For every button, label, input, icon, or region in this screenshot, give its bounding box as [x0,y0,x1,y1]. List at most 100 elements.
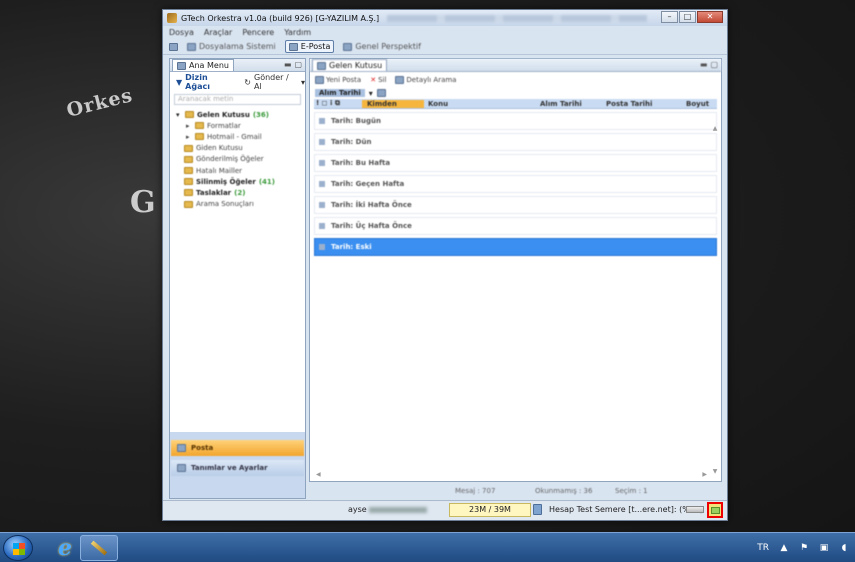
perspective-label: Dosyalama Sistemi [199,42,276,51]
scroll-right-icon[interactable]: ▶ [702,471,707,479]
folder-item[interactable]: Arama Sonuçları [174,199,301,210]
folder-item[interactable]: ▸ Formatlar [174,120,301,131]
message-group-row[interactable]: Tarih: Geçen Hafta [314,175,717,193]
menu-item-araclar[interactable]: Araçlar [204,28,232,37]
start-button[interactable] [3,535,33,561]
folder-icon [184,200,193,208]
search-input[interactable]: Aranacak metin [174,94,301,105]
folder-item[interactable]: Hatalı Mailler [174,165,301,176]
folder-item[interactable]: Giden Kutusu [174,143,301,154]
tray-expand-icon[interactable]: ▲ [779,543,789,553]
send-receive-button[interactable]: ↻ Gönder / Al ▾ [244,73,305,91]
folder-label: Taslaklar [196,188,232,197]
list-status: Mesaj : 707 Okunmamış : 36 Seçim : 1 [309,484,722,498]
new-mail-button[interactable]: Yeni Posta [315,75,361,84]
perspective-label: Genel Perspektif [355,42,421,51]
nav-tanimlar-label: Tanımlar ve Ayarlar [191,464,268,472]
dizin-agaci-toggle[interactable]: ▼ Dizin Ağacı [176,73,234,91]
folder-item[interactable]: ▾ Gelen Kutusu (36) [174,109,301,120]
folder-label: Hatalı Mailler [196,166,243,175]
nav-posta[interactable]: Posta [171,440,304,456]
tab-ana-menu[interactable]: Ana Menu [172,59,234,71]
folder-item[interactable]: Taslaklar (2) [174,187,301,198]
sort-chip[interactable]: Alım Tarihi [315,89,365,97]
action-center-flag-icon[interactable]: ⚑ [799,543,809,553]
mail-toolbar: Yeni Posta ✕ Sil Detaylı Arama [310,72,721,87]
close-button[interactable]: ✕ [697,11,723,23]
menu-item-dosya[interactable]: Dosya [169,28,194,37]
message-group-row[interactable]: Tarih: Bu Hafta [314,154,717,172]
folder-label: Gönderilmiş Öğeler [196,155,264,164]
dizin-label: Dizin Ağacı [185,73,210,91]
status-bar: ayse 23M / 39M Hesap Test Semere [t...er… [163,500,727,520]
tree-expand-icon[interactable]: ▸ [186,122,192,130]
column-received[interactable]: Alım Tarihi [540,100,582,108]
detailed-search-button[interactable]: Detaylı Arama [395,75,456,84]
folder-icon [184,155,193,163]
new-mail-notify-button[interactable] [707,502,723,518]
message-group-row[interactable]: Tarih: İki Hafta Önce [314,196,717,214]
perspective-label: E-Posta [300,42,331,51]
tree-collapse-icon[interactable]: ▾ [176,111,182,119]
perspective-genel[interactable]: Genel Perspektif [340,41,424,52]
message-group-row[interactable]: Tarih: Üç Hafta Önce [314,217,717,235]
perspective-eposta[interactable]: E-Posta [284,40,335,53]
folder-tree: ▾ Gelen Kutusu (36) ▸ Formatlar ▸ Hotmail - Gm… [170,107,305,212]
folder-count: (2) [234,188,246,197]
language-indicator[interactable]: TR [757,543,769,553]
garbage-collect-icon[interactable] [533,504,542,515]
scroll-left-icon[interactable]: ◀ [316,471,321,479]
nav-tanimlar[interactable]: Tanımlar ve Ayarlar [171,460,304,476]
taskbar-ie-button[interactable]: e [46,535,84,561]
delete-button[interactable]: ✕ Sil [370,76,386,84]
panel-maximize-icon[interactable]: ▢ [710,60,718,69]
title-bar[interactable]: GTech Orkestra v1.0a (build 926) [G-YAZI… [163,10,727,26]
tree-expand-icon[interactable]: ▸ [186,133,192,141]
sort-row: Alım Tarihi ▾ [310,87,721,99]
chevron-down-icon[interactable]: ▾ [369,89,373,98]
folder-item[interactable]: Gönderilmiş Öğeler [174,154,301,165]
column-size[interactable]: Boyut [686,100,709,108]
progress-indicator [686,506,704,513]
group-icon [319,118,325,124]
horizontal-scrollbar[interactable]: ◀ ▶ [316,471,707,479]
message-group-row[interactable]: Tarih: Eski [314,238,717,256]
minimize-button[interactable]: – [661,11,678,23]
message-group-row[interactable]: Tarih: Bugün [314,112,717,130]
menu-item-pencere[interactable]: Pencere [242,28,274,37]
column-from[interactable]: Kimden [362,99,424,108]
group-icon [319,160,325,166]
user-name: ayse [348,505,427,514]
folder-icon [184,178,193,186]
delete-label: Sil [378,75,387,84]
nav-posta-label: Posta [191,444,214,452]
open-perspective-icon[interactable] [169,42,178,51]
sort-options-icon[interactable] [376,89,386,97]
folder-item[interactable]: Silinmiş Öğeler (41) [174,176,301,187]
maximize-button[interactable]: □ [679,11,696,23]
scroll-up-icon[interactable]: ▲ [711,125,719,132]
group-label: Tarih: İki Hafta Önce [331,201,412,209]
network-icon[interactable]: ▣ [819,543,829,553]
scroll-down-icon[interactable]: ▼ [711,468,719,475]
group-icon [319,244,325,250]
perspective-dosyalama[interactable]: Dosyalama Sistemi [184,41,279,52]
column-sent[interactable]: Posta Tarihi [606,100,652,108]
menu-item-yardim[interactable]: Yardım [284,28,311,37]
panel-maximize-icon[interactable]: ▢ [294,60,302,69]
new-mail-icon [315,75,324,84]
column-subject[interactable]: Konu [428,100,448,108]
left-panel-nav: Posta Tanımlar ve Ayarlar [170,432,305,498]
volume-icon[interactable]: ◖ [839,543,849,553]
message-group-row[interactable]: Tarih: Dün [314,133,717,151]
panel-minimize-icon[interactable]: ▬ [700,60,708,69]
tab-gelen-kutusu[interactable]: Gelen Kutusu [312,59,388,71]
vertical-scrollbar[interactable]: ▲ ▼ [711,125,719,475]
taskbar-orkestra-button[interactable] [80,535,118,561]
internet-explorer-icon: e [58,535,72,561]
windows-logo-icon [13,543,25,555]
refresh-icon: ↻ [244,77,251,87]
folder-label: Gelen Kutusu [197,110,250,119]
panel-minimize-icon[interactable]: ▬ [284,60,292,69]
folder-item[interactable]: ▸ Hotmail - Gmail [174,131,301,142]
